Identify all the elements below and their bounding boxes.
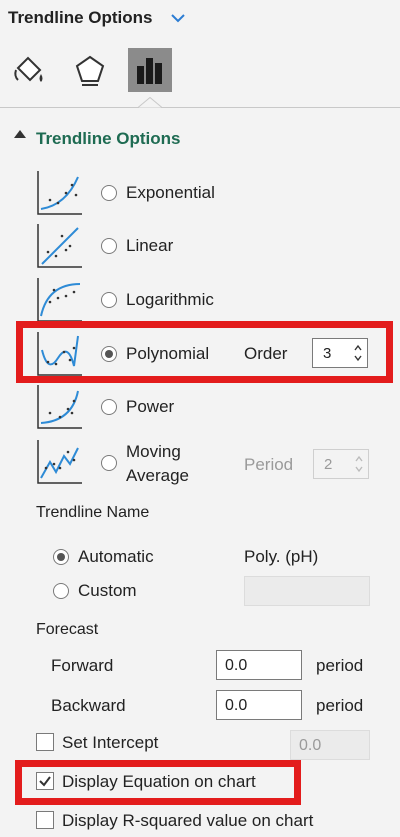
bar-chart-icon [137,58,162,84]
forward-value: 0.0 [225,657,248,674]
custom-label: Custom [78,581,137,600]
forward-label: Forward [51,656,114,675]
display-rsquared-label: Display R-squared value on chart [62,811,314,830]
automatic-name-value: Poly. (pH) [244,547,319,566]
moving-average-radio[interactable] [101,455,117,471]
power-label: Power [126,397,175,416]
set-intercept-checkbox[interactable] [36,733,54,751]
power-radio[interactable] [101,399,117,415]
linear-trendline-icon [37,224,82,268]
moving-average-trendline-icon [37,440,82,484]
forward-unit: period [316,656,364,675]
logarithmic-label: Logarithmic [126,290,214,309]
backward-unit: period [316,696,364,715]
tab-divider [0,107,400,108]
intercept-value: 0.0 [299,737,322,754]
period-value: 2 [324,456,333,473]
collapse-triangle-icon[interactable] [14,130,26,138]
exponential-radio[interactable] [101,185,117,201]
display-equation-highlight-box [15,760,301,805]
set-intercept-label: Set Intercept [62,733,159,752]
tab-notch [138,97,162,108]
automatic-label: Automatic [78,547,154,566]
fill-line-tab[interactable] [8,48,52,92]
paint-bucket-icon [14,56,43,82]
custom-radio[interactable] [53,583,69,599]
section-title[interactable]: Trendline Options [36,129,181,149]
effects-tab[interactable] [68,48,112,92]
period-label: Period [244,455,294,474]
linear-label: Linear [126,236,174,255]
period-spinner: 2 [313,449,369,479]
polynomial-highlight-box [16,321,393,383]
trendline-name-heading: Trendline Name [36,504,150,521]
automatic-radio[interactable] [53,549,69,565]
power-trendline-icon [37,385,82,429]
custom-name-input [244,576,370,606]
logarithmic-trendline-icon [37,278,82,322]
logarithmic-radio[interactable] [101,292,117,308]
forward-input[interactable]: 0.0 [216,650,302,680]
trendline-options-tab[interactable] [128,48,172,92]
exponential-label: Exponential [126,183,215,202]
linear-radio[interactable] [101,238,117,254]
backward-value: 0.0 [225,697,248,714]
display-rsquared-checkbox[interactable] [36,811,54,829]
chevron-down-icon[interactable] [170,10,186,26]
backward-input[interactable]: 0.0 [216,690,302,720]
intercept-input: 0.0 [290,730,370,760]
spinner-arrows-icon [355,455,363,473]
moving-average-label-line1: Moving [126,442,181,461]
pentagon-icon [75,55,105,86]
exponential-trendline-icon [37,171,82,215]
backward-label: Backward [51,696,126,715]
forecast-heading: Forecast [36,621,99,638]
panel-title: Trendline Options [8,8,153,27]
moving-average-label-line2: Average [126,466,190,485]
